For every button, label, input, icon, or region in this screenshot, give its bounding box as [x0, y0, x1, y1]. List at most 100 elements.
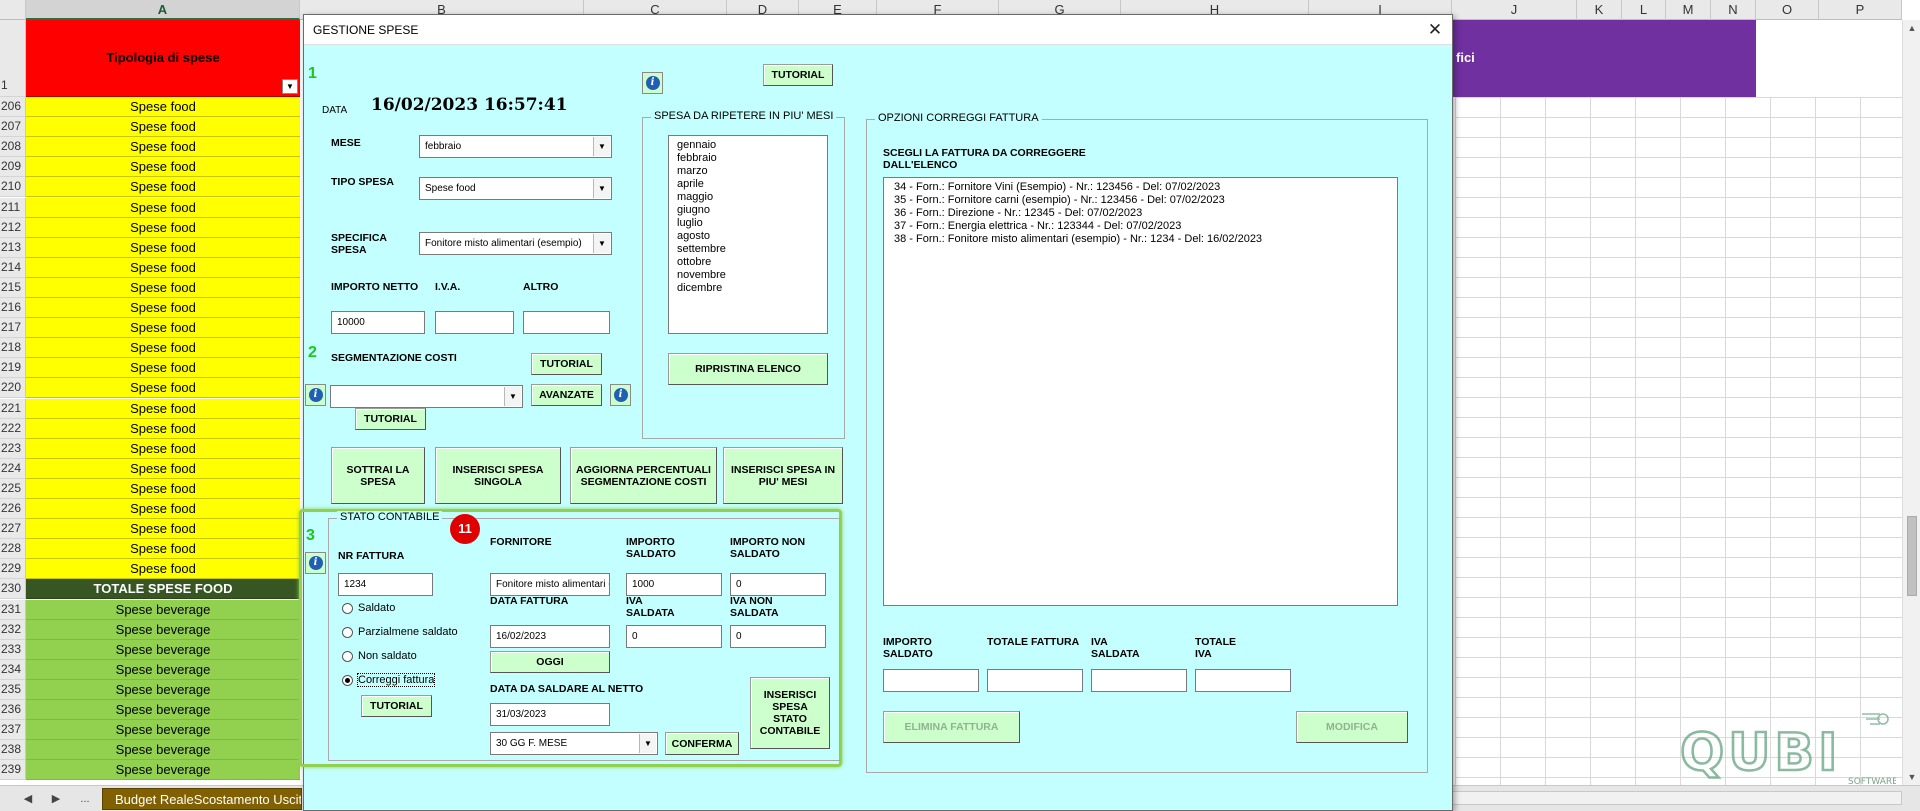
- table-cell[interactable]: Spese beverage: [26, 599, 300, 620]
- tipo-spesa-combobox[interactable]: Spese food ▼: [419, 177, 612, 200]
- table-cell[interactable]: Spese food: [26, 137, 300, 158]
- table-cell[interactable]: Spese food: [26, 559, 300, 580]
- table-cell[interactable]: Spese food: [26, 539, 300, 560]
- inserisci-spesa-stato-contabile-button[interactable]: INSERISCI SPESA STATO CONTABILE: [750, 677, 830, 749]
- select-all-corner[interactable]: [0, 0, 26, 20]
- table-cell[interactable]: Spese food: [26, 117, 300, 138]
- table-cell[interactable]: TOTALE SPESE FOOD: [26, 579, 300, 600]
- row-header[interactable]: 206: [0, 97, 26, 118]
- row-header[interactable]: 215: [0, 277, 26, 298]
- info-button-segmentazione[interactable]: i: [305, 384, 326, 406]
- row-header[interactable]: 230: [0, 579, 26, 600]
- row-header[interactable]: 218: [0, 338, 26, 359]
- table-cell[interactable]: Spese food: [26, 257, 300, 278]
- tab-next-icon[interactable]: ▶: [46, 790, 66, 808]
- row-header[interactable]: 232: [0, 619, 26, 640]
- iva-saldata-footer-input[interactable]: [1091, 669, 1187, 692]
- radio-parzialmente-saldato[interactable]: Parzialmene saldato: [342, 626, 458, 638]
- radio-correggi-fattura[interactable]: Correggi fattura: [342, 673, 436, 687]
- iva-non-saldata-input[interactable]: 0: [730, 625, 826, 648]
- info-button-top[interactable]: i: [642, 72, 663, 94]
- table-cell[interactable]: Spese beverage: [26, 619, 300, 640]
- tab-more[interactable]: ...: [74, 790, 96, 808]
- row-header[interactable]: 225: [0, 478, 26, 499]
- row-header[interactable]: 224: [0, 458, 26, 479]
- list-item[interactable]: marzo: [669, 165, 827, 178]
- header-cell-tipologia[interactable]: Tipologia di spese ▼: [26, 20, 300, 97]
- row-header[interactable]: 223: [0, 438, 26, 459]
- row-header[interactable]: 237: [0, 720, 26, 741]
- importo-saldato-footer-input[interactable]: [883, 669, 979, 692]
- avanzate-button[interactable]: AVANZATE: [531, 384, 602, 406]
- oggi-button[interactable]: OGGI: [490, 651, 610, 673]
- column-header-j[interactable]: J: [1452, 0, 1577, 20]
- table-cell[interactable]: Spese beverage: [26, 700, 300, 721]
- table-cell[interactable]: Spese food: [26, 499, 300, 520]
- table-cell[interactable]: Spese food: [26, 418, 300, 439]
- table-cell[interactable]: Spese food: [26, 358, 300, 379]
- scroll-thumb[interactable]: [1907, 516, 1917, 596]
- row-header[interactable]: 231: [0, 599, 26, 620]
- info-button-avanzate[interactable]: i: [610, 384, 631, 406]
- row-header[interactable]: 209: [0, 157, 26, 178]
- row-header[interactable]: 227: [0, 519, 26, 540]
- data-da-saldare-input[interactable]: 31/03/2023: [490, 703, 610, 726]
- list-item[interactable]: novembre: [669, 269, 827, 282]
- table-cell[interactable]: Spese food: [26, 298, 300, 319]
- list-item[interactable]: 34 - Forn.: Fornitore Vini (Esempio) - N…: [884, 181, 1397, 194]
- elimina-fattura-button[interactable]: ELIMINA FATTURA: [883, 711, 1020, 743]
- table-cell[interactable]: Spese food: [26, 338, 300, 359]
- row-header[interactable]: 226: [0, 499, 26, 520]
- inserisci-spesa-piu-mesi-button[interactable]: INSERISCI SPESA IN PIU' MESI: [723, 447, 843, 504]
- conferma-button[interactable]: CONFERMA: [665, 732, 739, 755]
- termini-pagamento-combobox[interactable]: 30 GG F. MESE ▼: [490, 732, 658, 755]
- table-cell[interactable]: Spese food: [26, 157, 300, 178]
- chevron-down-icon[interactable]: ▼: [593, 234, 610, 253]
- list-item[interactable]: settembre: [669, 243, 827, 256]
- table-cell[interactable]: Spese beverage: [26, 679, 300, 700]
- table-cell[interactable]: Spese food: [26, 318, 300, 339]
- row-header[interactable]: 228: [0, 539, 26, 560]
- list-item[interactable]: gennaio: [669, 139, 827, 152]
- nr-fattura-input[interactable]: 1234: [338, 573, 433, 596]
- row-header[interactable]: 236: [0, 700, 26, 721]
- list-item[interactable]: 36 - Forn.: Direzione - Nr.: 12345 - Del…: [884, 207, 1397, 220]
- row-header[interactable]: 222: [0, 418, 26, 439]
- scroll-up-icon[interactable]: ▲: [1903, 20, 1920, 36]
- list-item[interactable]: maggio: [669, 191, 827, 204]
- invoices-listbox[interactable]: 34 - Forn.: Fornitore Vini (Esempio) - N…: [883, 177, 1398, 606]
- table-cell[interactable]: Spese beverage: [26, 659, 300, 680]
- row-header[interactable]: 238: [0, 740, 26, 761]
- importo-netto-input[interactable]: 10000: [331, 311, 425, 334]
- table-cell[interactable]: Spese food: [26, 458, 300, 479]
- list-item[interactable]: febbraio: [669, 152, 827, 165]
- purple-header-cell[interactable]: fici: [1452, 20, 1756, 97]
- list-item[interactable]: giugno: [669, 204, 827, 217]
- row-header[interactable]: 229: [0, 559, 26, 580]
- row-header[interactable]: 211: [0, 197, 26, 218]
- list-item[interactable]: 38 - Forn.: Fonitore misto alimentari (e…: [884, 233, 1397, 246]
- chevron-down-icon[interactable]: ▼: [593, 137, 610, 156]
- list-item[interactable]: 35 - Forn.: Fornitore carni (esempio) - …: [884, 194, 1397, 207]
- column-header-l[interactable]: L: [1622, 0, 1666, 20]
- table-cell[interactable]: Spese beverage: [26, 720, 300, 741]
- row-header[interactable]: 234: [0, 659, 26, 680]
- vertical-scrollbar[interactable]: ▲ ▼: [1902, 20, 1920, 785]
- list-item[interactable]: agosto: [669, 230, 827, 243]
- row-header[interactable]: 214: [0, 257, 26, 278]
- scroll-down-icon[interactable]: ▼: [1903, 769, 1920, 785]
- column-header-m[interactable]: M: [1666, 0, 1711, 20]
- mese-combobox[interactable]: febbraio ▼: [419, 135, 612, 158]
- table-cell[interactable]: Spese beverage: [26, 740, 300, 761]
- tutorial-button-stato[interactable]: TUTORIAL: [361, 695, 432, 717]
- aggiorna-percentuali-button[interactable]: AGGIORNA PERCENTUALI SEGMENTAZIONE COSTI: [570, 447, 717, 504]
- tutorial-button-costi[interactable]: TUTORIAL: [355, 408, 426, 430]
- table-cell[interactable]: Spese beverage: [26, 760, 300, 781]
- cell-grid[interactable]: [1455, 97, 1920, 785]
- iva-input[interactable]: [435, 311, 514, 334]
- column-header-a[interactable]: A: [26, 0, 300, 20]
- table-cell[interactable]: Spese food: [26, 378, 300, 399]
- table-cell[interactable]: Spese food: [26, 97, 300, 118]
- row-header[interactable]: 239: [0, 760, 26, 781]
- column-header-o[interactable]: O: [1756, 0, 1819, 20]
